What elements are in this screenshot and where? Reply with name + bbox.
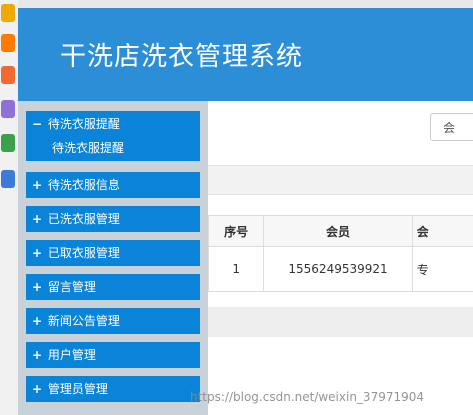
table-cell-more: 专: [411, 246, 473, 292]
sidebar-group-header[interactable]: + 待洗衣服信息: [26, 172, 200, 198]
app-icon-1[interactable]: [1, 4, 15, 22]
collapse-icon: −: [32, 117, 43, 131]
sidebar-group-picked-up[interactable]: + 已取衣服管理: [26, 240, 200, 266]
expand-icon: +: [32, 212, 43, 226]
content-bar: [208, 165, 473, 195]
expand-icon: +: [32, 246, 43, 260]
sidebar-group-messages[interactable]: + 留言管理: [26, 274, 200, 300]
app-header: 干洗店洗衣管理系统: [18, 0, 473, 101]
watermark: https://blog.csdn.net/weixin_37971904: [190, 390, 425, 404]
sidebar-group-label: 待洗衣服信息: [47, 178, 120, 192]
expand-icon: +: [32, 280, 43, 294]
sidebar-group-admins[interactable]: + 管理员管理: [26, 376, 200, 402]
app-title: 干洗店洗衣管理系统: [60, 42, 304, 72]
sidebar-group-label: 待洗衣服提醒: [47, 117, 120, 131]
app-window: 干洗店洗衣管理系统 − 待洗衣服提醒 待洗衣服提醒 + 待洗衣服信息 + 已洗衣…: [0, 0, 473, 415]
content-footer-bar: [208, 307, 473, 337]
toolbar: 会: [208, 101, 473, 161]
main-content: 会 序号 会员 会 1 1556249539921 专: [207, 101, 473, 415]
table-row[interactable]: 1 1556249539921 专: [207, 246, 473, 292]
table-cell-seq: 1: [207, 246, 265, 292]
sidebar-group-washed[interactable]: + 已洗衣服管理: [26, 206, 200, 232]
sidebar-item-pending-reminder[interactable]: 待洗衣服提醒: [26, 137, 200, 161]
column-header-more: 会: [411, 215, 473, 247]
sidebar-group-header[interactable]: − 待洗衣服提醒: [26, 111, 200, 137]
expand-icon: +: [32, 178, 43, 192]
app-icon-2[interactable]: [1, 34, 15, 52]
sidebar-group-label: 新闻公告管理: [47, 314, 120, 328]
sidebar-group-news[interactable]: + 新闻公告管理: [26, 308, 200, 334]
sidebar-group-label: 已取衣服管理: [47, 246, 120, 260]
sidebar-group-label: 已洗衣服管理: [47, 212, 120, 226]
sidebar-group-label: 留言管理: [47, 280, 96, 294]
sidebar-group-users[interactable]: + 用户管理: [26, 342, 200, 368]
member-filter-button[interactable]: 会: [430, 113, 473, 141]
sidebar-group-header[interactable]: + 已取衣服管理: [26, 240, 200, 266]
table-cell-member: 1556249539921: [263, 246, 413, 292]
app-icon-3[interactable]: [1, 66, 15, 84]
app-icon-4[interactable]: [1, 100, 15, 118]
sidebar-group-header[interactable]: + 留言管理: [26, 274, 200, 300]
data-table: 序号 会员 会 1 1556249539921 专: [207, 215, 473, 292]
app-icon-5[interactable]: [1, 134, 15, 152]
expand-icon: +: [32, 382, 43, 396]
sidebar-group-pending-reminder[interactable]: − 待洗衣服提醒 待洗衣服提醒: [26, 111, 200, 161]
app-icon-6[interactable]: [1, 170, 15, 188]
sidebar-group-label: 管理员管理: [47, 382, 108, 396]
sidebar-group-header[interactable]: + 新闻公告管理: [26, 308, 200, 334]
expand-icon: +: [32, 314, 43, 328]
sidebar: − 待洗衣服提醒 待洗衣服提醒 + 待洗衣服信息 + 已洗衣服管理 + 已取衣服…: [18, 101, 208, 415]
sidebar-group-header[interactable]: + 管理员管理: [26, 376, 200, 402]
column-header-member: 会员: [263, 215, 413, 247]
sidebar-group-label: 用户管理: [47, 348, 96, 362]
expand-icon: +: [32, 348, 43, 362]
sidebar-group-header[interactable]: + 用户管理: [26, 342, 200, 368]
sidebar-group-pending-info[interactable]: + 待洗衣服信息: [26, 172, 200, 198]
sidebar-group-header[interactable]: + 已洗衣服管理: [26, 206, 200, 232]
table-header-row: 序号 会员 会: [207, 215, 473, 247]
left-app-strip: [0, 0, 19, 415]
column-header-seq: 序号: [207, 215, 265, 247]
